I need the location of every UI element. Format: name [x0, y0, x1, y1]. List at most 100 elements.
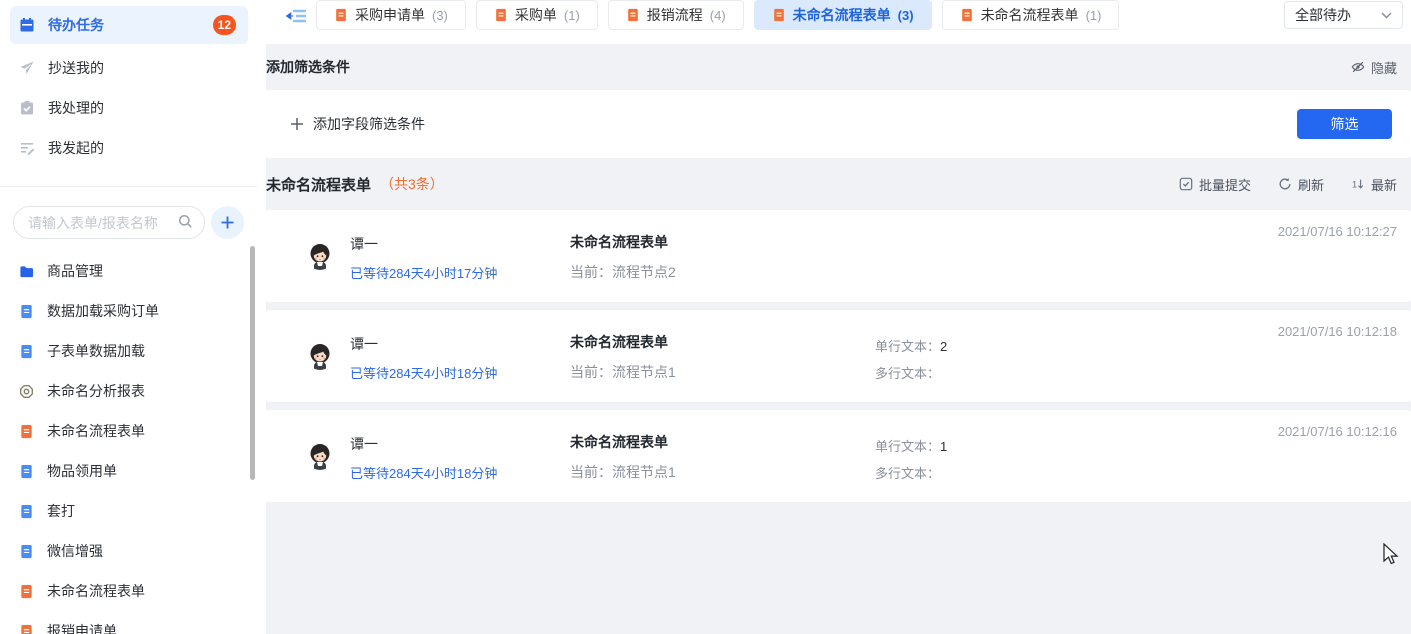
- document-icon: [334, 8, 348, 22]
- list-actions: 批量提交 刷新 1 最新: [1179, 175, 1411, 194]
- sidebar-form-item[interactable]: 套打: [0, 491, 258, 531]
- tab-bar: 采购申请单 (3) 采购单 (1) 报销流程 (4): [258, 0, 1411, 44]
- sidebar-item-label: 我处理的: [48, 98, 104, 118]
- eye-off-icon: [1351, 60, 1365, 74]
- document-icon: [19, 624, 34, 634]
- submitter-column: 谭一 已等待284天4小时17分钟: [350, 234, 497, 282]
- sidebar-form-label: 子表单数据加载: [47, 341, 145, 361]
- field-value: 2: [940, 339, 947, 354]
- sidebar-form-item[interactable]: 未命名流程表单: [0, 571, 258, 611]
- hide-filter-link[interactable]: 隐藏: [1351, 58, 1397, 77]
- add-field-filter-label: 添加字段筛选条件: [313, 114, 425, 134]
- send-icon: [19, 60, 35, 76]
- task-tab[interactable]: 未命名流程表单 (1): [942, 0, 1120, 30]
- waiting-duration-link[interactable]: 已等待284天4小时18分钟: [350, 363, 497, 382]
- sidebar-form-label: 套打: [47, 501, 75, 521]
- main-area: 采购申请单 (3) 采购单 (1) 报销流程 (4): [258, 0, 1411, 634]
- filter-submit-button[interactable]: 筛选: [1297, 109, 1392, 139]
- sidebar-item-handled-by-me[interactable]: 我处理的: [0, 88, 258, 128]
- task-tab[interactable]: 采购单 (1): [476, 0, 598, 30]
- document-icon: [19, 304, 34, 319]
- submitter-column: 谭一 已等待284天4小时18分钟: [350, 334, 497, 382]
- tab-label: 报销流程: [647, 5, 703, 25]
- current-node: 当前：流程节点1: [570, 362, 676, 382]
- sidebar-item-label: 待办任务: [48, 15, 104, 35]
- waiting-duration-link[interactable]: 已等待284天4小时17分钟: [350, 263, 497, 282]
- sidebar-form-list: 商品管理 数据加载采购订单: [0, 251, 258, 634]
- task-title: 未命名流程表单: [570, 332, 676, 352]
- document-icon: [19, 424, 34, 439]
- edit-note-icon: [19, 140, 35, 156]
- folder-icon: [19, 264, 34, 279]
- sidebar-form-item[interactable]: 未命名分析报表: [0, 371, 258, 411]
- task-tab[interactable]: 采购申请单 (3): [316, 0, 466, 30]
- sidebar-form-label: 物品领用单: [47, 461, 117, 481]
- batch-submit-button[interactable]: 批量提交: [1179, 175, 1251, 194]
- document-icon: [960, 8, 974, 22]
- sidebar-form-item[interactable]: 物品领用单: [0, 451, 258, 491]
- sort-newest-button[interactable]: 1 最新: [1351, 175, 1397, 194]
- field-line: 单行文本：2: [875, 336, 947, 355]
- task-row[interactable]: 谭一 已等待284天4小时17分钟 未命名流程表单 当前：流程节点2 2021/…: [266, 210, 1411, 302]
- document-icon: [19, 504, 34, 519]
- task-tab[interactable]: 未命名流程表单 (3): [754, 0, 932, 30]
- task-row[interactable]: 谭一 已等待284天4小时18分钟 未命名流程表单 当前：流程节点1 单行文本：…: [266, 410, 1411, 502]
- sidebar-form-label: 未命名分析报表: [47, 381, 145, 401]
- sidebar-form-label: 商品管理: [47, 261, 103, 281]
- app: { "sidebar": { "menu": [ { "label": "待办任…: [0, 0, 1411, 634]
- filter-header: 添加筛选条件 隐藏: [266, 44, 1411, 90]
- hide-filter-label: 隐藏: [1371, 58, 1397, 77]
- tab-count: (1): [1086, 8, 1102, 23]
- task-timestamp: 2021/07/16 10:12:18: [1278, 324, 1397, 339]
- add-form-button[interactable]: [211, 206, 244, 239]
- submitter-name: 谭一: [350, 334, 497, 354]
- filter-card: 添加字段筛选条件 筛选: [266, 90, 1411, 158]
- avatar: [306, 342, 334, 370]
- field-line: 多行文本：: [875, 463, 947, 482]
- task-row[interactable]: 谭一 已等待284天4小时18分钟 未命名流程表单 当前：流程节点1 单行文本：…: [266, 310, 1411, 402]
- todo-count-badge: 12: [213, 15, 236, 35]
- sidebar-form-item[interactable]: 报销申请单: [0, 611, 258, 634]
- chevron-down-icon: [1381, 12, 1392, 19]
- scope-dropdown[interactable]: 全部待办: [1284, 1, 1403, 29]
- collapse-sidebar-icon[interactable]: [286, 7, 308, 25]
- scope-dropdown-value: 全部待办: [1295, 5, 1351, 25]
- task-fields-column: 单行文本：1 多行文本：: [875, 436, 947, 490]
- sidebar-item-started-by-me[interactable]: 我发起的: [0, 128, 258, 168]
- sidebar-form-item[interactable]: 微信增强: [0, 531, 258, 571]
- refresh-button[interactable]: 刷新: [1278, 175, 1324, 194]
- sort-newest-label: 最新: [1371, 175, 1397, 194]
- sidebar-item-todo-tasks[interactable]: 待办任务 12: [10, 6, 248, 44]
- plus-icon: [290, 117, 304, 131]
- tab-label: 未命名流程表单: [981, 5, 1079, 25]
- clipboard-check-icon: [19, 100, 35, 116]
- waiting-duration-link[interactable]: 已等待284天4小时18分钟: [350, 463, 497, 482]
- tab-label: 采购申请单: [355, 5, 425, 25]
- sidebar-form-item[interactable]: 未命名流程表单: [0, 411, 258, 451]
- filter-title: 添加筛选条件: [266, 57, 350, 77]
- search-input[interactable]: [13, 206, 205, 239]
- tab-count: (1): [564, 8, 580, 23]
- tab-count: (3): [898, 8, 914, 23]
- task-title-column: 未命名流程表单 当前：流程节点1: [570, 332, 676, 382]
- list-header: 未命名流程表单 （共3条） 批量提交 刷新 1: [266, 158, 1411, 210]
- sidebar-form-item[interactable]: 子表单数据加载: [0, 331, 258, 371]
- submitter-name: 谭一: [350, 234, 497, 254]
- sidebar-form-item[interactable]: 数据加载采购订单: [0, 291, 258, 331]
- document-icon: [626, 8, 640, 22]
- sidebar-scrollbar[interactable]: [250, 246, 255, 480]
- task-tab[interactable]: 报销流程 (4): [608, 0, 744, 30]
- field-line: 多行文本：: [875, 363, 947, 382]
- content-panel: 添加筛选条件 隐藏 添加字段筛选条件 筛选 未命名流程表单 （共3条）: [266, 44, 1411, 634]
- refresh-icon: [1278, 177, 1292, 191]
- task-fields-column: 单行文本：2 多行文本：: [875, 336, 947, 390]
- add-field-filter-link[interactable]: 添加字段筛选条件: [290, 90, 425, 158]
- task-title: 未命名流程表单: [570, 232, 676, 252]
- sidebar-form-item[interactable]: 商品管理: [0, 251, 258, 291]
- current-node: 当前：流程节点2: [570, 262, 676, 282]
- sidebar-item-cc-to-me[interactable]: 抄送我的: [0, 48, 258, 88]
- task-title: 未命名流程表单: [570, 432, 676, 452]
- sidebar-search-row: [0, 187, 258, 239]
- tab-label: 采购单: [515, 5, 557, 25]
- field-label: 单行文本：: [875, 439, 940, 454]
